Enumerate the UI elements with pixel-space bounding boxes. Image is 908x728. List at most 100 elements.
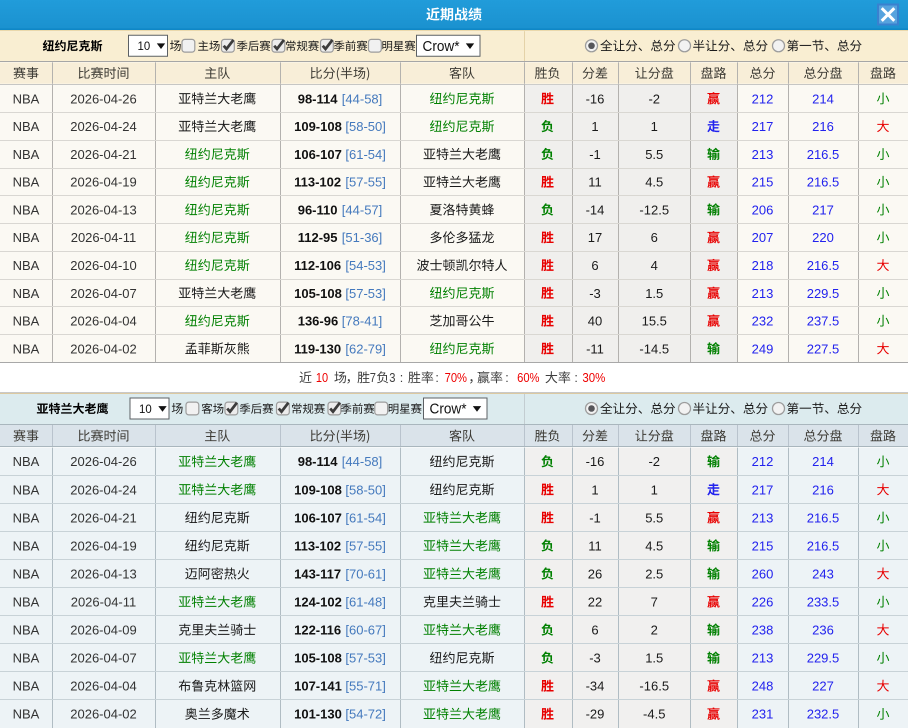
svg-text:NBA: NBA xyxy=(13,147,40,162)
svg-text:98-114: 98-114 xyxy=(298,454,339,469)
svg-text:NBA: NBA xyxy=(13,175,40,190)
svg-text:2026-04-07: 2026-04-07 xyxy=(70,651,137,666)
svg-text:7: 7 xyxy=(370,371,376,385)
svg-text:214: 214 xyxy=(812,454,834,469)
svg-text:10: 10 xyxy=(139,402,152,416)
svg-text:7: 7 xyxy=(651,594,658,609)
svg-text:2026-04-26: 2026-04-26 xyxy=(70,91,137,106)
svg-text:[44-58]: [44-58] xyxy=(342,454,382,469)
svg-text:2026-04-26: 2026-04-26 xyxy=(70,454,137,469)
svg-text:Crow*: Crow* xyxy=(423,39,460,55)
svg-text:5.5: 5.5 xyxy=(645,147,663,162)
svg-text:[78-41]: [78-41] xyxy=(342,314,382,329)
svg-text:213: 213 xyxy=(752,286,774,301)
svg-text:-29: -29 xyxy=(586,707,605,722)
svg-text:105-108: 105-108 xyxy=(294,651,342,666)
svg-text:1: 1 xyxy=(651,119,658,134)
svg-text:119-130: 119-130 xyxy=(294,341,341,356)
svg-text:NBA: NBA xyxy=(13,341,40,356)
svg-text:109-108: 109-108 xyxy=(294,119,342,134)
svg-text:NBA: NBA xyxy=(13,202,40,217)
svg-text:212: 212 xyxy=(752,91,774,106)
svg-text:217: 217 xyxy=(752,482,774,497)
svg-text:238: 238 xyxy=(752,623,774,638)
svg-text:NBA: NBA xyxy=(13,623,40,638)
svg-text:NBA: NBA xyxy=(13,258,40,273)
svg-text:236: 236 xyxy=(812,623,834,638)
svg-text:NBA: NBA xyxy=(13,230,40,245)
svg-text:220: 220 xyxy=(812,230,834,245)
svg-text:112-95: 112-95 xyxy=(298,230,338,245)
svg-text:6: 6 xyxy=(591,258,598,273)
svg-text:2026-04-04: 2026-04-04 xyxy=(70,314,137,329)
svg-text:NBA: NBA xyxy=(13,566,40,581)
svg-text::: : xyxy=(435,371,438,385)
svg-text:2.5: 2.5 xyxy=(645,566,663,581)
svg-text:[44-57]: [44-57] xyxy=(342,202,382,217)
svg-text:NBA: NBA xyxy=(13,538,40,553)
svg-text:106-107: 106-107 xyxy=(294,147,342,162)
svg-text:[44-58]: [44-58] xyxy=(342,91,382,106)
svg-text:207: 207 xyxy=(752,230,774,245)
svg-text:107-141: 107-141 xyxy=(294,679,342,694)
svg-text:6: 6 xyxy=(591,623,598,638)
svg-text:[57-53]: [57-53] xyxy=(345,651,385,666)
svg-text:2: 2 xyxy=(651,623,658,638)
svg-text:136-96: 136-96 xyxy=(298,314,338,329)
svg-text:217: 217 xyxy=(752,119,774,134)
svg-text:[61-54]: [61-54] xyxy=(345,510,385,525)
svg-text:229.5: 229.5 xyxy=(807,286,840,301)
svg-text:101-130: 101-130 xyxy=(294,707,342,722)
svg-text:109-108: 109-108 xyxy=(294,482,342,497)
svg-text:NBA: NBA xyxy=(13,119,40,134)
svg-text:1: 1 xyxy=(651,482,658,497)
svg-text:40: 40 xyxy=(588,314,602,329)
svg-text:2026-04-07: 2026-04-07 xyxy=(70,286,137,301)
svg-text:1: 1 xyxy=(591,119,598,134)
svg-text:[57-53]: [57-53] xyxy=(345,286,385,301)
svg-text::: : xyxy=(505,371,508,385)
svg-text:213: 213 xyxy=(752,651,774,666)
svg-text:-2: -2 xyxy=(648,454,660,469)
svg-text:216.5: 216.5 xyxy=(807,258,840,273)
svg-text:60%: 60% xyxy=(517,371,539,385)
svg-text:30%: 30% xyxy=(582,371,605,385)
svg-text:2026-04-04: 2026-04-04 xyxy=(70,679,137,694)
svg-text:249: 249 xyxy=(752,341,774,356)
svg-text:-12.5: -12.5 xyxy=(639,202,669,217)
svg-text:260: 260 xyxy=(752,566,774,581)
svg-text:3: 3 xyxy=(389,371,395,385)
svg-text:-16: -16 xyxy=(586,91,605,106)
svg-text:70%: 70% xyxy=(445,371,467,385)
svg-text:216.5: 216.5 xyxy=(807,538,840,553)
svg-text:11: 11 xyxy=(588,175,602,190)
svg-text:105-108: 105-108 xyxy=(294,286,342,301)
svg-text:206: 206 xyxy=(752,202,774,217)
svg-text:4.5: 4.5 xyxy=(645,538,663,553)
svg-text:[55-71]: [55-71] xyxy=(345,679,385,694)
svg-text::: : xyxy=(400,371,403,385)
svg-text:2026-04-19: 2026-04-19 xyxy=(70,175,137,190)
svg-text:1.5: 1.5 xyxy=(645,286,663,301)
svg-text:6: 6 xyxy=(651,230,658,245)
svg-text:216.5: 216.5 xyxy=(807,147,840,162)
svg-text:[61-54]: [61-54] xyxy=(345,147,385,162)
svg-text:2026-04-11: 2026-04-11 xyxy=(71,594,137,609)
svg-text:96-110: 96-110 xyxy=(298,202,338,217)
svg-text:-3: -3 xyxy=(589,286,601,301)
svg-text:15.5: 15.5 xyxy=(642,314,667,329)
svg-text:NBA: NBA xyxy=(13,482,40,497)
svg-text:-14.5: -14.5 xyxy=(639,341,669,356)
svg-text:216.5: 216.5 xyxy=(807,510,840,525)
svg-text:-1: -1 xyxy=(589,510,601,525)
svg-text:NBA: NBA xyxy=(13,679,40,694)
svg-text:[54-72]: [54-72] xyxy=(345,707,385,722)
svg-text:229.5: 229.5 xyxy=(807,651,840,666)
svg-text:226: 226 xyxy=(752,594,774,609)
svg-text:248: 248 xyxy=(752,679,774,694)
svg-text:214: 214 xyxy=(812,91,834,106)
svg-text:2026-04-02: 2026-04-02 xyxy=(70,341,137,356)
svg-text:-16.5: -16.5 xyxy=(639,679,669,694)
svg-text:216: 216 xyxy=(812,482,834,497)
svg-text:243: 243 xyxy=(812,566,834,581)
